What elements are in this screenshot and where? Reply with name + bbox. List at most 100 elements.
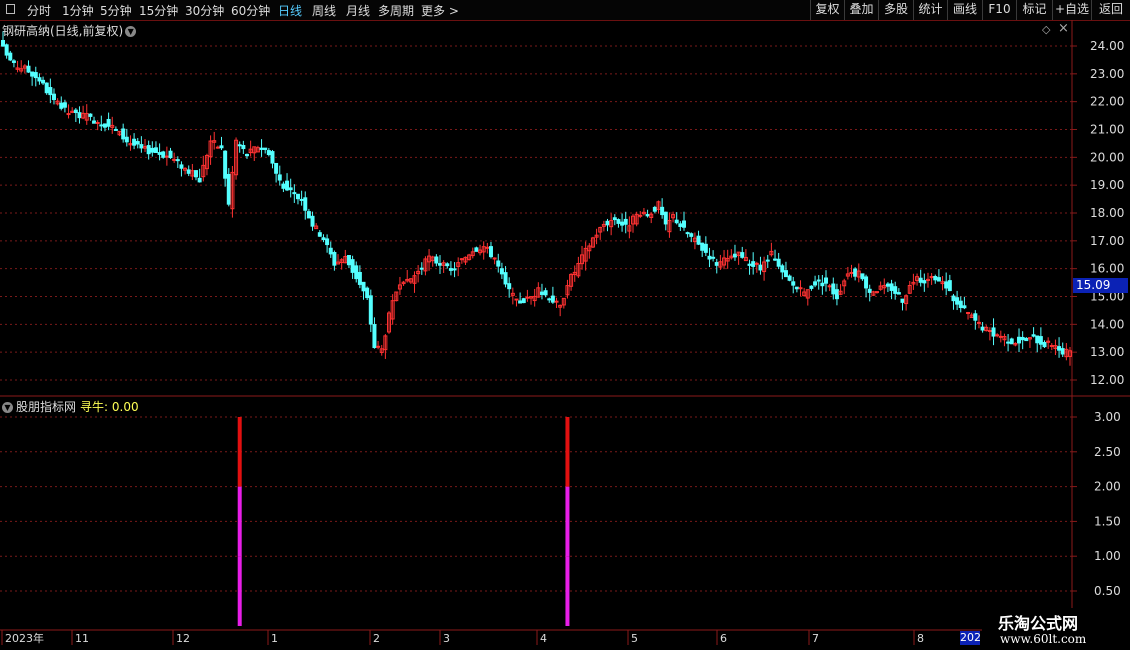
candle-body [660,206,665,216]
candle-body [831,283,836,295]
candle-body [864,276,869,289]
candle-body [860,273,865,280]
candle-body [365,287,370,299]
candle-body [732,253,737,258]
candle-body [747,263,752,266]
candle-body [51,93,56,101]
candle-body [765,259,770,262]
candle-body [44,82,49,94]
candle-body [1024,337,1029,342]
price-tick-label: 23.00 [1090,67,1124,81]
candle-body [346,255,351,266]
candle-body [700,242,705,251]
candle-body [623,218,628,225]
candle-body [226,173,231,205]
candle-body [922,280,927,284]
candle-body [707,255,712,260]
candle-body [896,292,901,295]
candle-body [328,247,333,255]
candle-body [816,279,821,282]
price-tick-label: 19.00 [1090,178,1124,192]
candle-body [26,65,31,73]
candle-body [980,326,985,331]
candle-body [645,214,650,217]
candle-body [354,265,359,280]
candle-body [976,321,981,324]
candle-body [620,221,625,226]
candle-body [889,283,894,291]
candle-body [776,258,781,267]
candle-body [41,79,46,84]
candle-body [372,324,377,349]
candle-body [157,152,162,155]
candle-body [521,298,526,304]
signal-bar-segment [237,486,242,557]
candle-body [223,150,228,179]
price-tick-label: 20.00 [1090,150,1124,164]
candle-body [99,124,104,127]
candle-body [944,281,949,289]
candle-body [885,283,890,287]
candle-body [11,60,16,63]
candle-body [740,252,745,258]
time-tick-label: 12 [176,632,190,645]
candle-body [66,113,71,116]
candle-body [164,155,169,158]
signal-bar-segment [237,556,242,626]
candle-body [186,169,191,174]
candle-body [237,144,242,147]
candle-body [962,305,967,309]
stock-chart[interactable]: 24.0023.0022.0021.0020.0019.0018.0017.00… [0,0,1130,650]
candle-body [295,193,300,200]
price-tick-label: 17.00 [1090,234,1124,248]
candle-body [998,335,1003,338]
candle-body [827,285,832,288]
candle-body [525,296,530,299]
candle-body [773,258,778,261]
candle-body [1042,341,1047,348]
candle-body [241,144,246,150]
candle-body [951,295,956,302]
candle-body [277,174,282,181]
candle-body [616,219,621,224]
candle-body [499,268,504,275]
candle-body [689,233,694,237]
candle-body [867,288,872,293]
candle-body [787,275,792,281]
candle-body [37,77,42,82]
candle-body [310,215,315,227]
candle-body [194,170,199,178]
candle-body [1038,336,1043,345]
candle-body [893,286,898,294]
candle-body [638,214,643,217]
candle-body [496,260,501,267]
candle-body [674,219,679,224]
time-tick-label: 8 [917,632,924,645]
candle-body [88,113,93,117]
candle-body [1035,335,1040,344]
price-tick-label: 22.00 [1090,95,1124,109]
candle-body [62,102,67,108]
candle-body [824,277,829,284]
candle-body [554,300,559,303]
signal-bar-segment [565,417,570,487]
candle-body [605,220,610,226]
candle-body [306,211,311,219]
candle-body [1017,336,1022,344]
candle-body [419,267,424,270]
candle-body [263,147,268,150]
candle-body [321,237,326,241]
candle-body [153,147,158,154]
candle-body [758,264,763,271]
candle-body [299,198,304,201]
candle-body [197,177,202,183]
time-tick-label: 3 [443,632,450,645]
candle-body [317,232,322,237]
candle-body [376,345,381,348]
candle-body [445,263,450,267]
candle-body [113,128,118,131]
year-end-label: 202 [960,631,980,645]
candle-body [933,276,938,281]
candle-body [437,263,442,266]
candle-body [550,295,555,303]
